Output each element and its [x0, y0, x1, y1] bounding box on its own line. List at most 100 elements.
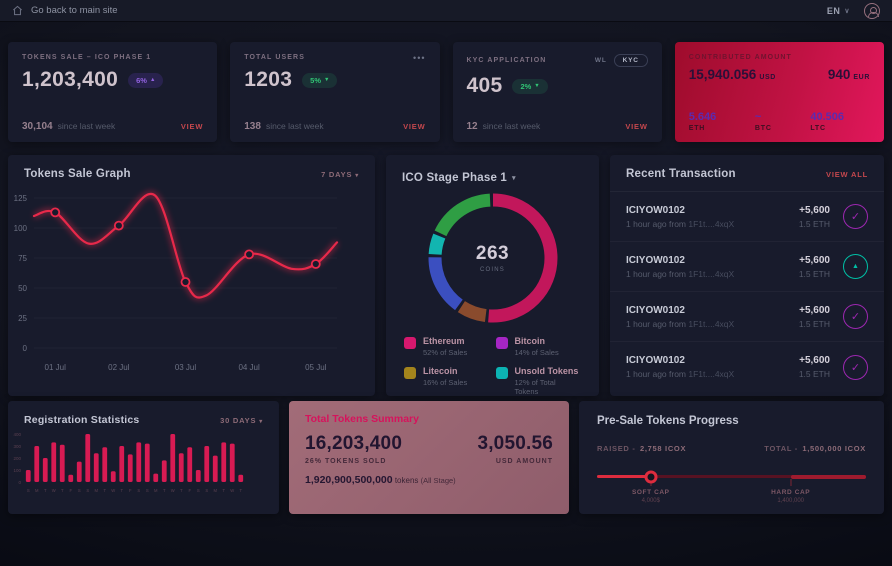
check-circle-icon[interactable]: ✓: [843, 204, 868, 229]
legend-detail: 16% of Sales: [423, 378, 467, 387]
coin-amounts: 5.646ETH~BTC40.506LTC: [689, 111, 870, 132]
transaction-row[interactable]: ICIYOW01021 hour ago from 1F1t....4xqX +5…: [610, 242, 884, 292]
kyc-view-link[interactable]: VIEW: [625, 122, 647, 131]
tx-amount: +5,600: [799, 255, 830, 266]
tx-left: ICIYOW01021 hour ago from 1F1t....4xqX: [626, 255, 734, 279]
contributed-usd: 15,940.056USD: [689, 67, 776, 82]
slider-knob[interactable]: [644, 470, 657, 483]
tokens-sale-view-link[interactable]: VIEW: [181, 122, 203, 131]
arrow-up-circle-icon[interactable]: ▲: [843, 254, 868, 279]
tab-kyc[interactable]: KYC: [614, 54, 648, 67]
tokens-sale-value: 1,203,400: [22, 68, 118, 92]
svg-text:S: S: [197, 488, 200, 493]
back-to-main-site-link[interactable]: Go back to main site: [12, 5, 118, 16]
total-users-value: 1203: [244, 68, 292, 92]
tx-id: ICIYOW0102: [626, 205, 734, 216]
svg-text:M: M: [154, 488, 158, 493]
summary-title: Total Tokens Summary: [305, 413, 553, 425]
total-users-view-link[interactable]: VIEW: [403, 122, 425, 131]
svg-text:T: T: [163, 488, 166, 493]
ico-donut-chart: 263 COINS: [425, 190, 561, 326]
presale-progress-panel: Pre-Sale Tokens Progress RAISED - 2,758 …: [579, 401, 884, 514]
tx-id: ICIYOW0102: [626, 255, 734, 266]
transaction-list: ICIYOW01021 hour ago from 1F1t....4xqX +5…: [610, 192, 884, 392]
dashboard-page: Go back to main site EN ∨ TOKENS SALE – …: [0, 0, 892, 566]
total-tokens-summary-card: Total Tokens Summary 16,203,400 26% TOKE…: [289, 401, 569, 514]
contributed-eur: 940EUR: [828, 67, 870, 82]
chevron-down-icon: ▾: [355, 173, 359, 179]
check-circle-icon[interactable]: ✓: [843, 304, 868, 329]
recent-transactions-panel: Recent Transaction VIEW ALL ICIYOW01021 …: [610, 155, 884, 396]
svg-text:W: W: [230, 488, 234, 493]
tokens-sale-badge: 6% ▲: [128, 73, 163, 88]
svg-text:50: 50: [18, 284, 27, 293]
tokens-sold-label: 26% TOKENS SOLD: [305, 458, 402, 465]
back-label: Go back to main site: [31, 5, 118, 16]
total-users-change: 138: [244, 121, 261, 132]
user-avatar[interactable]: [864, 3, 880, 19]
tokens-sale-line-chart: 025507510012501 Jul02 Jul03 Jul04 Jul05 …: [8, 186, 375, 383]
tx-amounts: +5,600 1.5 ETH: [799, 205, 830, 229]
kyc-application-card: KYC APPLICATION WL KYC 405 2% ▼ 12 since…: [453, 42, 662, 142]
hardcap-tick: [790, 479, 791, 486]
svg-text:F: F: [129, 488, 132, 493]
transaction-row[interactable]: ICIYOW01021 hour ago from 1F1t....4xqX+5…: [610, 292, 884, 342]
tx-address: 1F1t....4xqX: [688, 319, 734, 329]
kyc-change: 12: [467, 121, 478, 132]
registration-title: Registration Statistics: [24, 414, 139, 426]
svg-text:M: M: [95, 488, 99, 493]
tab-wl[interactable]: WL: [595, 57, 607, 64]
transaction-row[interactable]: ICIYOW01021 hour ago from 1F1t....4xqX +5…: [610, 192, 884, 242]
tx-amount: +5,600: [799, 305, 830, 316]
tx-address: 1F1t....4xqX: [688, 219, 734, 229]
registration-bar-chart: 4003002001000SMTWTFSSMTWTFSSMTWTFSSMTWT: [8, 428, 279, 503]
svg-text:T: T: [61, 488, 64, 493]
transaction-row[interactable]: ICIYOW01021 hour ago from 1F1t....4xqX+5…: [610, 342, 884, 392]
ico-stage-dropdown[interactable]: ICO Stage Phase 1 ▾: [402, 172, 516, 184]
tx-eth: 1.5 ETH: [799, 269, 830, 279]
svg-text:400: 400: [13, 432, 21, 437]
tokens-sale-label: TOKENS SALE – ICO PHASE 1: [22, 54, 151, 61]
legend-name: Unsold Tokens: [515, 366, 582, 376]
content: TOKENS SALE – ICO PHASE 1 1,203,400 6% ▲…: [0, 22, 892, 513]
tx-id: ICIYOW0102: [626, 355, 734, 366]
svg-text:03 Jul: 03 Jul: [175, 363, 197, 372]
legend-item: Bitcoin14% of Sales: [496, 336, 582, 357]
view-all-link[interactable]: VIEW ALL: [826, 170, 868, 179]
svg-text:75: 75: [18, 254, 27, 263]
svg-text:S: S: [205, 488, 208, 493]
hardcap-marker: HARD CAP 1,400,000: [771, 489, 810, 504]
chevron-down-icon: ▾: [512, 174, 516, 182]
svg-text:04 Jul: 04 Jul: [238, 363, 260, 372]
kyc-value: 405: [467, 74, 503, 98]
svg-text:T: T: [103, 488, 106, 493]
legend-swatch: [496, 337, 508, 349]
topbar-right: EN ∨: [827, 3, 880, 19]
svg-text:M: M: [214, 488, 218, 493]
total-users-badge: 5% ▼: [302, 73, 337, 88]
svg-text:F: F: [188, 488, 191, 493]
range-dropdown-7days[interactable]: 7 DAYS ▾: [321, 170, 359, 179]
tx-left: ICIYOW01021 hour ago from 1F1t....4xqX: [626, 355, 734, 379]
presale-title: Pre-Sale Tokens Progress: [597, 415, 866, 427]
svg-text:S: S: [146, 488, 149, 493]
svg-text:T: T: [44, 488, 47, 493]
legend-name: Litecoin: [423, 366, 467, 376]
svg-text:W: W: [111, 488, 115, 493]
tx-eth: 1.5 ETH: [799, 219, 830, 229]
language-selector[interactable]: EN ∨: [827, 6, 850, 16]
svg-text:100: 100: [14, 224, 28, 233]
svg-text:S: S: [78, 488, 81, 493]
svg-text:25: 25: [18, 314, 27, 323]
check-circle-icon[interactable]: ✓: [843, 355, 868, 380]
more-menu-icon[interactable]: •••: [413, 56, 425, 60]
legend-detail: 14% of Sales: [515, 348, 559, 357]
tx-left: ICIYOW01021 hour ago from 1F1t....4xqX: [626, 205, 734, 229]
legend-item: Litecoin 16% of Sales: [404, 366, 490, 396]
kyc-label: KYC APPLICATION: [467, 57, 547, 64]
coin-amount: 40.506LTC: [810, 111, 844, 132]
usd-amount-value: 3,050.56: [477, 433, 553, 455]
svg-text:T: T: [180, 488, 183, 493]
range-dropdown-30days[interactable]: 30 DAYS ▾: [220, 416, 263, 425]
tx-amount: +5,600: [799, 205, 830, 216]
